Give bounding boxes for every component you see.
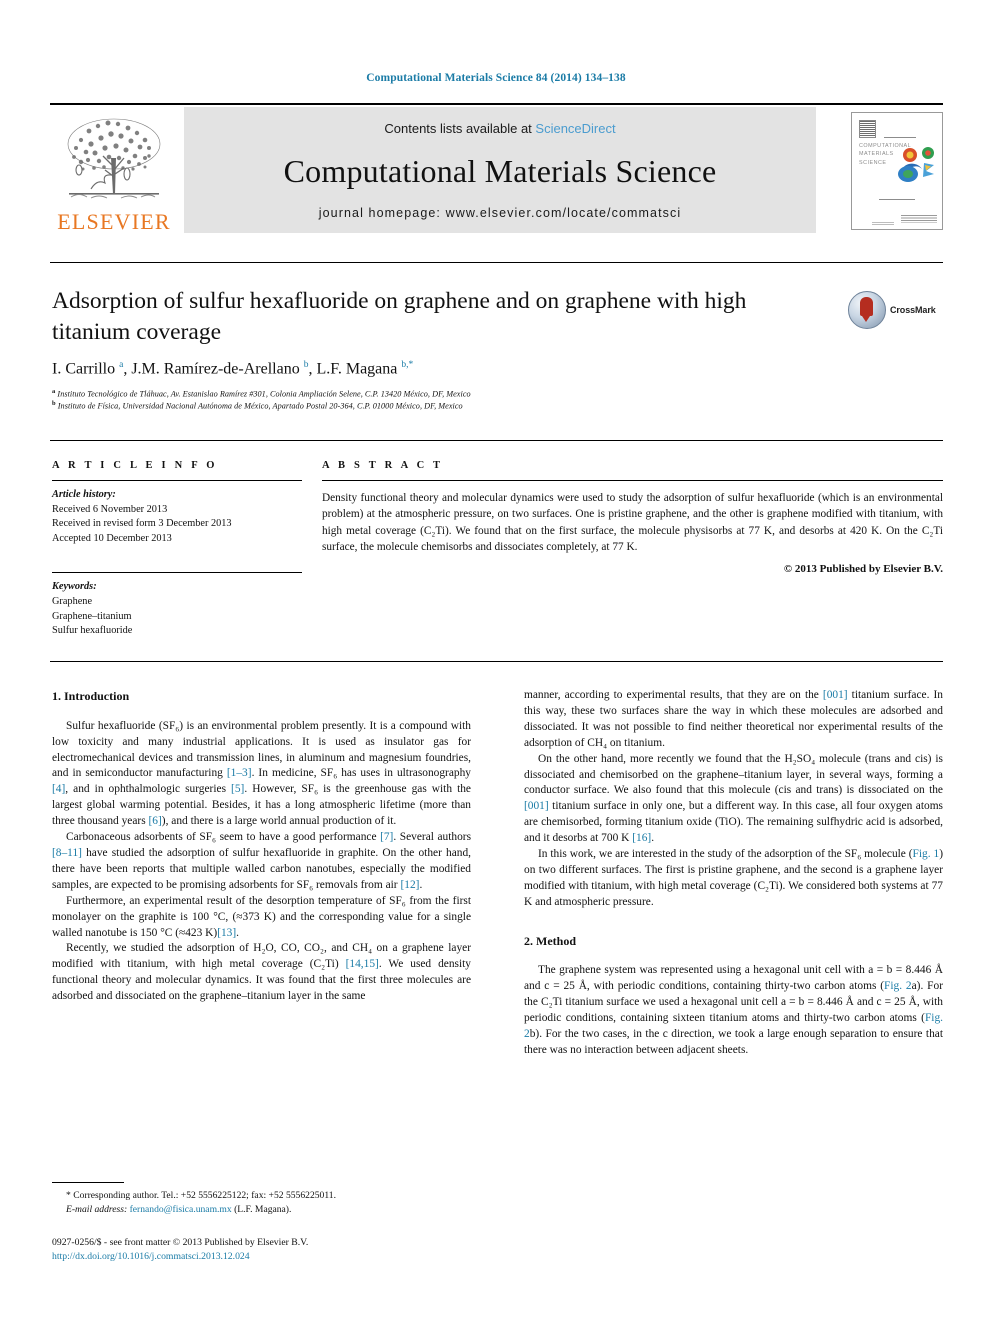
elsevier-tree-icon xyxy=(67,118,161,199)
crossmark-icon xyxy=(848,291,886,329)
keywords-label: Keywords: xyxy=(52,581,97,593)
title-divider xyxy=(50,262,943,263)
footnote-corresponding-text: Corresponding author. Tel.: +52 55562251… xyxy=(73,1190,336,1201)
body-column-right: manner, according to experimental result… xyxy=(524,688,943,1059)
article-history-label: Article history: xyxy=(52,489,116,500)
paragraph: On the other hand, more recently we foun… xyxy=(524,752,943,845)
keywords-rule xyxy=(52,572,302,574)
abstract-rule xyxy=(322,480,943,481)
section-heading-introduction: 1. Introduction xyxy=(52,689,130,703)
journal-masthead: ELSEVIER Contents lists available at Sci… xyxy=(50,103,943,235)
keyword-item: Graphene xyxy=(52,596,93,608)
footnote-line-1: * Corresponding author. Tel.: +52 555622… xyxy=(58,1189,478,1203)
journal-cover: COMPUTATIONAL MATERIALS SCIENCE xyxy=(828,107,943,235)
contents-prefix: Contents lists available at xyxy=(384,121,536,136)
footnote-marker: * xyxy=(66,1190,71,1201)
abstract-block: A B S T R A C T Density functional theor… xyxy=(322,460,943,575)
elsevier-wordmark: ELSEVIER xyxy=(57,209,171,234)
journal-title: Computational Materials Science xyxy=(283,152,717,189)
abstract-copyright: © 2013 Published by Elsevier B.V. xyxy=(783,562,943,575)
keyword-item: Graphene–titanium xyxy=(52,610,132,622)
cover-rule-bottom xyxy=(879,199,915,200)
paragraph: Sulfur hexafluoride (SF₆) is an environm… xyxy=(52,719,471,828)
email-label: E-mail address: xyxy=(66,1204,128,1216)
author-list: I. Carrillo a, J.M. Ramírez-de-Arellano … xyxy=(52,360,414,378)
paragraph: Recently, we studied the adsorption of H… xyxy=(52,942,471,1003)
abstract-text: Density functional theory and molecular … xyxy=(322,492,943,554)
body-column-left: 1. Introduction Sulfur hexafluoride (SF₆… xyxy=(52,688,471,1005)
footnote-line-2: E-mail address: fernando@fisica.unam.mx … xyxy=(58,1203,478,1217)
crossmark-label: CrossMark xyxy=(890,305,936,315)
history-received: Received 6 November 2013 xyxy=(52,503,168,515)
affiliation-b: b Instituto de Física, Universidad Nacio… xyxy=(52,400,463,411)
cover-artwork-icon xyxy=(898,147,934,182)
paragraph: In this work, we are interested in the s… xyxy=(524,848,943,908)
journal-article-page: Computational Materials Science 84 (2014… xyxy=(0,0,992,1323)
email-link[interactable]: fernando@fisica.unam.mx xyxy=(130,1204,232,1215)
abstract-band-top-rule xyxy=(50,440,943,441)
masthead-band: Contents lists available at ScienceDirec… xyxy=(184,107,816,233)
issn-copyright-block: 0927-0256/$ - see front matter © 2013 Pu… xyxy=(52,1236,512,1264)
history-accepted: Accepted 10 December 2013 xyxy=(52,532,172,544)
history-revised: Received in revised form 3 December 2013 xyxy=(52,518,232,530)
cover-rule-top xyxy=(884,137,916,138)
article-info-block: A R T I C L E I N F O Article history: R… xyxy=(52,460,302,639)
article-info-rule xyxy=(52,480,302,481)
doi-link[interactable]: http://dx.doi.org/10.1016/j.commatsci.20… xyxy=(52,1250,512,1264)
page-title: Adsorption of sulfur hexafluoride on gra… xyxy=(52,288,747,346)
elsevier-logo: ELSEVIER xyxy=(50,107,178,235)
affiliation-a: a Instituto Tecnológico de Tláhuac, Av. … xyxy=(52,388,471,399)
paragraph: The graphene system was represented usin… xyxy=(524,964,943,1056)
issn-line: 0927-0256/$ - see front matter © 2013 Pu… xyxy=(52,1237,309,1248)
email-owner: (L.F. Magana). xyxy=(234,1204,292,1216)
corresponding-author-footnote: * Corresponding author. Tel.: +52 555622… xyxy=(58,1189,478,1218)
section-heading-method: 2. Method xyxy=(524,933,576,948)
paragraph: Furthermore, an experimental result of t… xyxy=(52,894,471,939)
cover-footer-text xyxy=(901,215,937,223)
abstract-band-bottom-rule xyxy=(50,661,943,662)
footnote-rule xyxy=(52,1182,124,1183)
journal-homepage-link[interactable]: journal homepage: www.elsevier.com/locat… xyxy=(319,206,681,220)
article-info-label: A R T I C L E I N F O xyxy=(52,460,218,471)
contents-available-line: Contents lists available at ScienceDirec… xyxy=(384,121,615,136)
crossmark-badge[interactable]: CrossMark xyxy=(848,288,940,332)
keywords-block: Keywords: Graphene Graphene–titanium Sul… xyxy=(52,580,302,638)
running-head: Computational Materials Science 84 (2014… xyxy=(366,72,626,84)
article-history: Article history: Received 6 November 201… xyxy=(52,488,302,546)
cover-publisher-logo-icon xyxy=(859,120,876,138)
cover-footer-text-2 xyxy=(872,222,894,225)
keyword-item: Sulfur hexafluoride xyxy=(52,625,133,637)
abstract-label: A B S T R A C T xyxy=(322,460,444,471)
paragraph: manner, according to experimental result… xyxy=(524,689,943,749)
sciencedirect-link[interactable]: ScienceDirect xyxy=(535,121,615,136)
paragraph: Carbonaceous adsorbents of SF₆ seem to h… xyxy=(52,831,472,891)
